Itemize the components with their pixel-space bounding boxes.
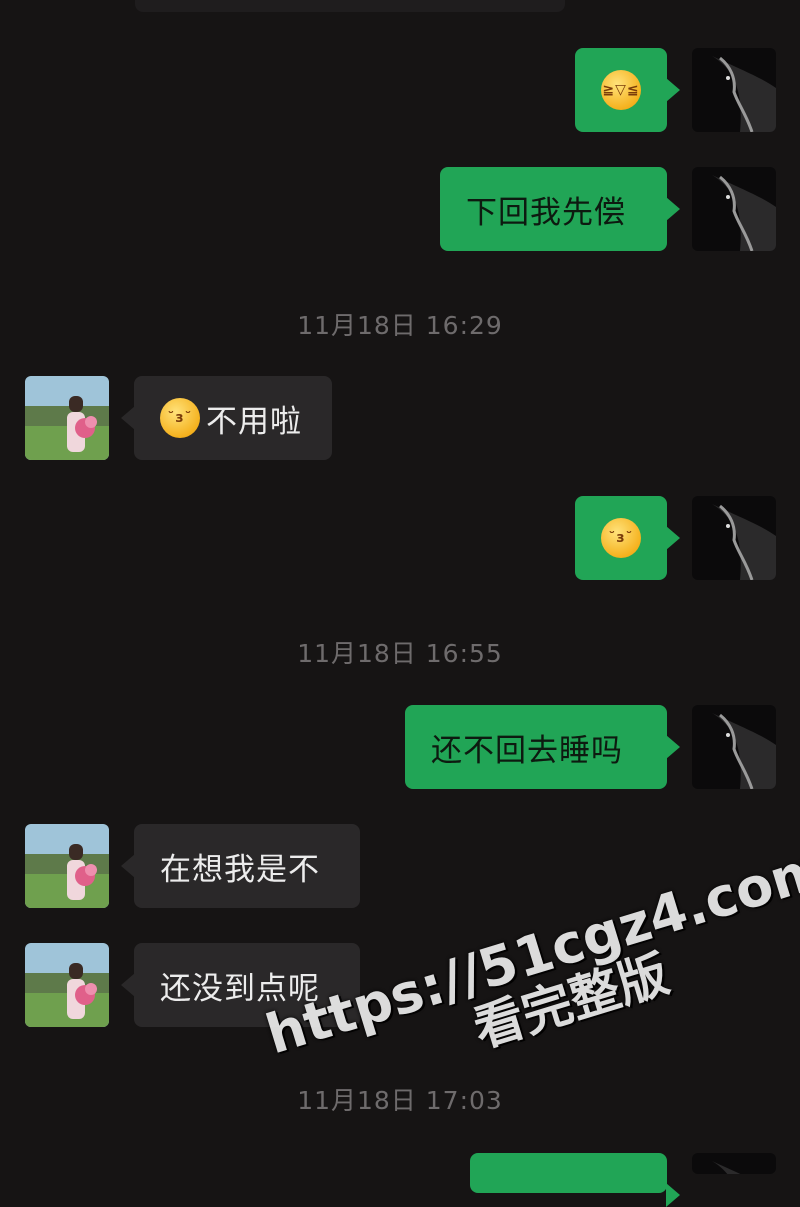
message-text: 在想我是不 xyxy=(160,851,320,888)
contact-avatar[interactable] xyxy=(25,376,109,460)
outgoing-message-bubble[interactable]: ≧▽≦ xyxy=(575,48,680,132)
timestamp: 11月18日 16:29 xyxy=(297,311,503,340)
message-text: 不用啦 xyxy=(206,403,302,440)
my-avatar[interactable] xyxy=(692,496,776,580)
crying-laughing-emoji-icon: ≧▽≦ xyxy=(601,70,641,110)
kissing-emoji-icon: ˘з˘ xyxy=(601,518,641,558)
outgoing-message-bubble[interactable] xyxy=(470,1153,680,1207)
incoming-message-bubble[interactable]: ˘з˘ 不用啦 xyxy=(121,376,332,460)
outgoing-message-bubble[interactable]: 还不回去睡吗 xyxy=(405,705,680,789)
timestamp: 11月18日 17:03 xyxy=(297,1086,503,1115)
contact-avatar[interactable] xyxy=(25,943,109,1027)
my-avatar[interactable] xyxy=(692,167,776,251)
outgoing-message-bubble[interactable]: 下回我先偿 xyxy=(440,167,680,251)
partial-message-bubble[interactable] xyxy=(135,0,565,12)
contact-avatar[interactable] xyxy=(25,824,109,908)
outgoing-message-bubble[interactable]: ˘з˘ xyxy=(575,496,680,580)
message-text: 下回我先偿 xyxy=(466,194,626,231)
my-avatar[interactable] xyxy=(692,48,776,132)
kissing-emoji-icon: ˘з˘ xyxy=(160,398,200,438)
incoming-message-bubble[interactable]: 在想我是不 xyxy=(121,824,360,908)
timestamp: 11月18日 16:55 xyxy=(297,639,503,668)
my-avatar[interactable] xyxy=(692,1153,776,1174)
my-avatar[interactable] xyxy=(692,705,776,789)
message-text: 还不回去睡吗 xyxy=(431,732,623,769)
